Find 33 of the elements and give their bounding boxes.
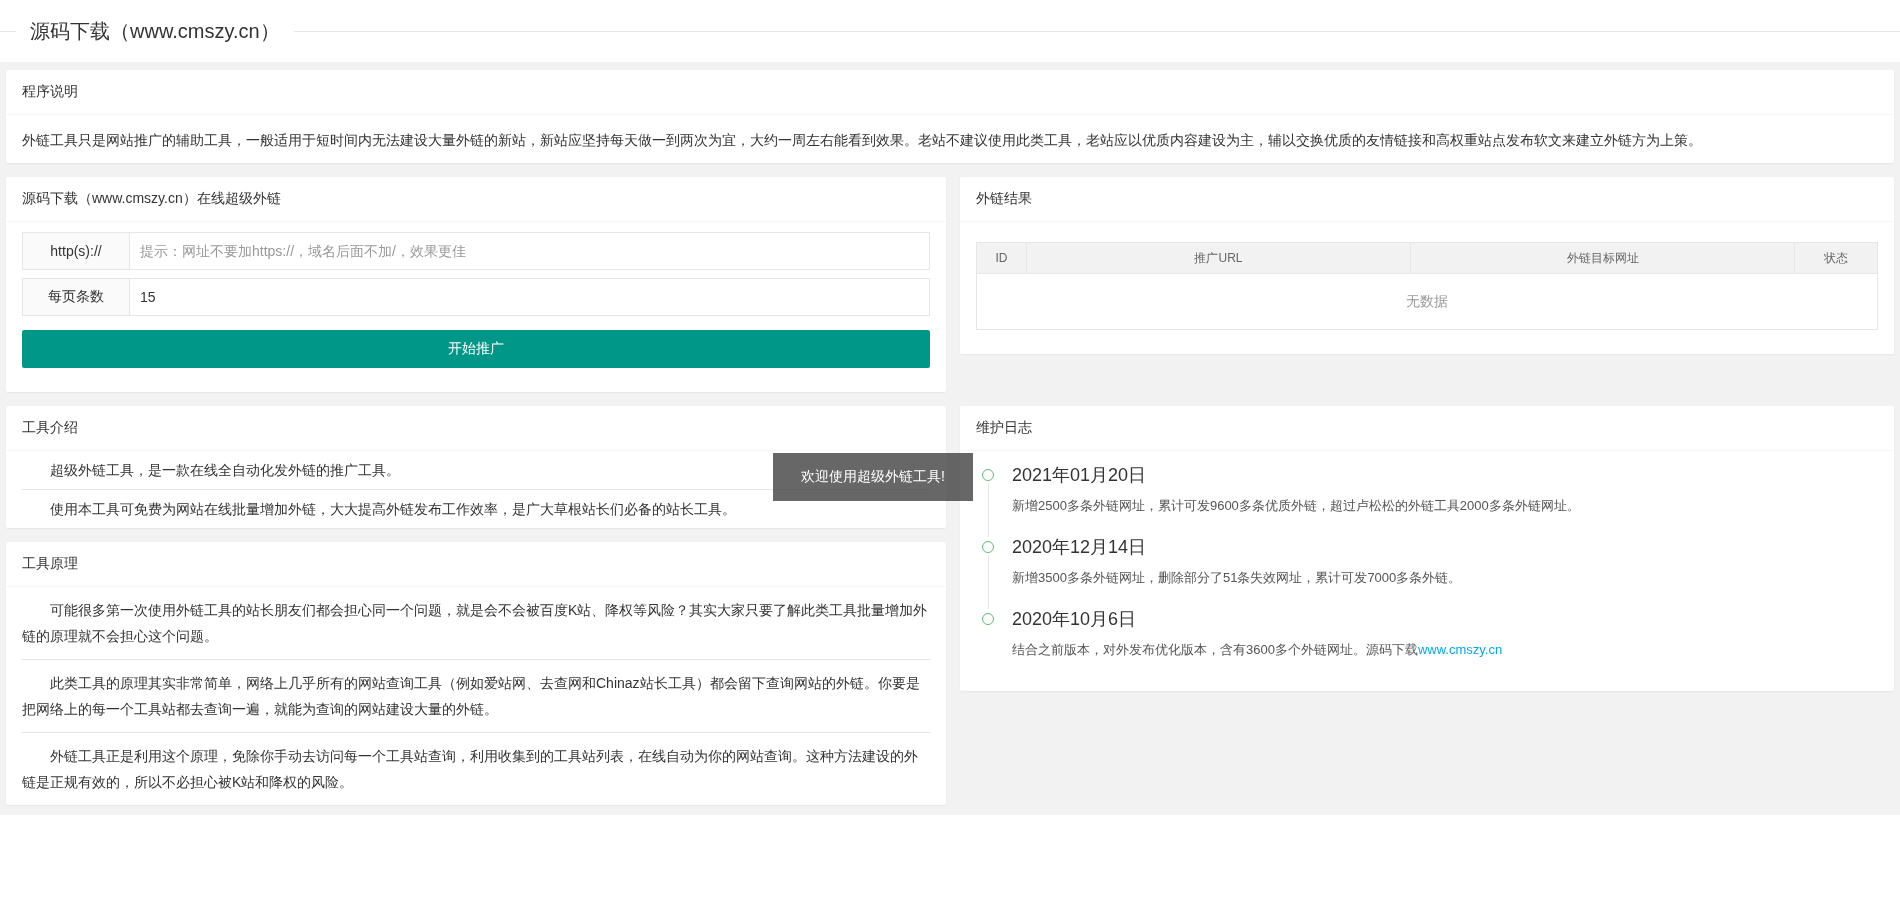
panel-title: 外链结果 bbox=[976, 190, 1032, 208]
panel-title: 工具介绍 bbox=[22, 419, 78, 437]
toast-message: 欢迎使用超级外链工具! bbox=[773, 453, 973, 501]
empty-message: 无数据 bbox=[1406, 292, 1448, 311]
column-header: ID bbox=[977, 243, 1027, 273]
paragraph: 使用本工具可免费为网站在线批量增加外链，大大提高外链发布工作效率，是广大草根站长们必备的站长工具。 bbox=[49, 500, 737, 519]
start-button[interactable]: 开始推广 bbox=[22, 330, 930, 368]
panel-title: 工具原理 bbox=[22, 555, 78, 573]
column-header: 外链目标网址 bbox=[1411, 243, 1795, 273]
field-label: 每页条数 bbox=[22, 278, 130, 316]
panel-title: 程序说明 bbox=[22, 83, 78, 101]
column-header: 推广URL bbox=[1027, 243, 1411, 273]
timeline-dot-icon bbox=[982, 469, 994, 481]
column-header: 状态 bbox=[1823, 249, 1849, 267]
paragraph: 可能很多第一次使用外链工具的站长朋友们都会担心同一个问题，就是会不会被百度K站、降权等风险？其实大家只要了解此类工具批量增加外链的原理就不会担心这个问题。 bbox=[22, 587, 930, 660]
site-link[interactable]: www.cmszy.cn bbox=[1417, 642, 1503, 657]
log-date: 2020年12月14日 bbox=[1012, 537, 1147, 557]
timeline-dot-icon bbox=[982, 541, 994, 553]
log-text: 结合之前版本，对外发布优化版本，含有3600多个外链网址。源码下载www.cmszy.cn bbox=[1012, 641, 1504, 659]
log-text: 新增2500多条外链网址，累计可发9600多条优质外链，超过卢松松的外链工具2000多条外链网址。 bbox=[1012, 497, 1581, 515]
timeline-dot-icon bbox=[982, 613, 994, 625]
field-label: http(s):// bbox=[22, 232, 130, 270]
input-field[interactable]: 提示：网址不要加https://，域名后面不加/，效果更佳 bbox=[130, 232, 930, 270]
log-date: 2021年01月20日 bbox=[1012, 465, 1147, 485]
page-title: 源码下载（www.cmszy.cn） bbox=[29, 18, 281, 44]
input-field[interactable]: 15 bbox=[130, 278, 930, 316]
log-text: 新增3500多条外链网址，删除部分了51条失效网址，累计可发7000多条外链。 bbox=[1012, 569, 1463, 587]
paragraph: 此类工具的原理其实非常简单，网络上几乎所有的网站查询工具（例如爱站网、去查网和Chinaz站长工具）都会留下查询网站的外链。你要是把网络上的每一个工具站都去查询一遍，就能为查询的网站建设大量的外链。 bbox=[22, 660, 930, 733]
log-date: 2020年10月6日 bbox=[1012, 609, 1137, 629]
paragraph: 外链工具正是利用这个原理，免除你手动去访问每一个工具站查询，利用收集到的工具站列表，在线自动为你的网站查询。这种方法建设的外链是正规有效的，所以不必担心被K站和降权的风险。 bbox=[22, 747, 919, 792]
panel-title: 维护日志 bbox=[976, 419, 1032, 437]
panel-title: 源码下载（www.cmszy.cn）在线超级外链 bbox=[22, 190, 281, 208]
notice-text: 外链工具只是网站推广的辅助工具，一般适用于短时间内无法建设大量外链的新站，新站应坚持每天做一到两次为宜，大约一周左右能看到效果。老站不建议使用此类工具，老站应以优质内容建设为主，辅以交换优质的友情链接和高权重站点发布软文来建立外链方为上策。 bbox=[21, 131, 1703, 150]
